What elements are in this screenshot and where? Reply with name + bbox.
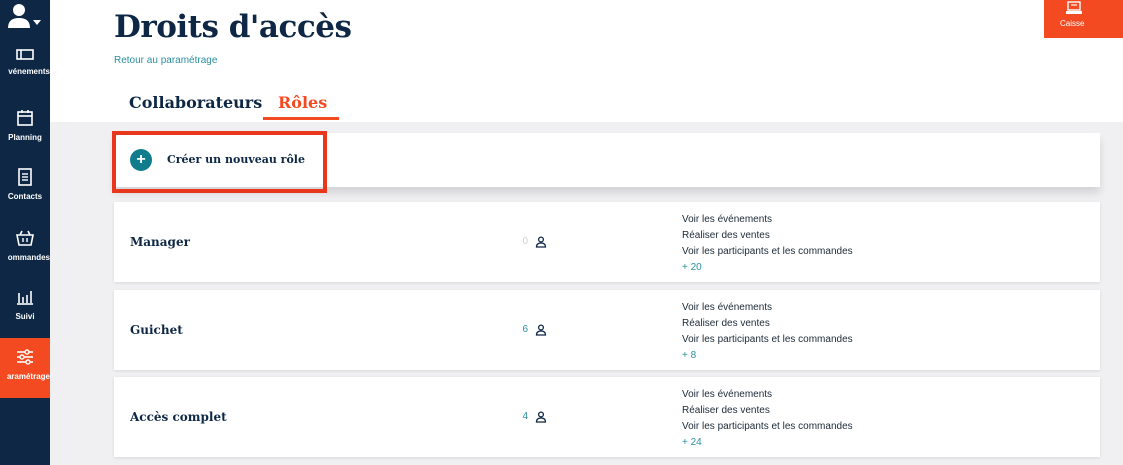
calendar-icon [0, 108, 50, 128]
tab-roles[interactable]: Rôles [278, 93, 327, 112]
user-avatar-icon [6, 4, 44, 36]
role-permissions: Voir les événements Réaliser des ventes … [682, 300, 853, 364]
sidebar-item-contacts[interactable]: Contacts [0, 167, 50, 225]
sliders-icon [0, 347, 50, 367]
role-name: Accès complet [130, 410, 227, 424]
sidebar-item-label: Suivi [15, 312, 35, 321]
active-tab-indicator [263, 117, 339, 120]
more-permissions-link[interactable]: + 8 [682, 348, 853, 364]
cash-register-icon [1066, 1, 1082, 20]
sidebar-item-label: vénements [8, 67, 50, 76]
sidebar-item-evenements[interactable]: vénements [0, 48, 50, 106]
more-permissions-link[interactable]: + 24 [682, 435, 853, 451]
sidebar-item-suivi[interactable]: Suivi [0, 287, 50, 345]
highlight-annotation [112, 131, 327, 193]
sidebar-item-parametrage[interactable]: aramétrage [0, 338, 50, 398]
basket-icon [0, 228, 50, 248]
permission-item: Voir les événements [682, 214, 773, 225]
permission-item: Voir les participants et les commandes [682, 421, 853, 432]
role-permissions: Voir les événements Réaliser des ventes … [682, 212, 853, 276]
sidebar-item-label: Contacts [7, 192, 43, 201]
sidebar-item-planning[interactable]: Planning [0, 108, 50, 166]
permission-item: Voir les participants et les commandes [682, 246, 853, 257]
page-header: Droits d'accès Retour au paramétrage Col… [50, 0, 1123, 122]
role-user-count: 0 [522, 236, 528, 247]
caisse-button[interactable]: Caisse [1044, 0, 1123, 38]
role-name: Manager [130, 235, 190, 249]
user-icon [535, 323, 547, 341]
tab-collaborateurs[interactable]: Collaborateurs [129, 93, 262, 112]
chart-icon [0, 287, 50, 307]
role-permissions: Voir les événements Réaliser des ventes … [682, 387, 853, 451]
chevron-down-icon [33, 20, 41, 25]
permission-item: Voir les événements [682, 302, 773, 313]
ticket-icon [0, 48, 50, 62]
sidebar-item-commandes[interactable]: ommandes [0, 228, 50, 286]
role-user-count: 4 [522, 411, 528, 422]
role-card-acces-complet[interactable]: Accès complet 4 Voir les événements Réal… [114, 377, 1100, 457]
user-icon [535, 235, 547, 253]
back-link[interactable]: Retour au paramétrage [114, 55, 217, 66]
page-title: Droits d'accès [114, 9, 352, 45]
role-card-manager[interactable]: Manager 0 Voir les événements Réaliser d… [114, 202, 1100, 282]
role-card-guichet[interactable]: Guichet 6 Voir les événements Réaliser d… [114, 290, 1100, 370]
user-menu[interactable] [6, 2, 44, 32]
permission-item: Réaliser des ventes [682, 230, 770, 241]
more-permissions-link[interactable]: + 20 [682, 260, 853, 276]
sidebar: vénements Planning Contacts ommandes Sui… [0, 0, 50, 465]
caisse-label: Caisse [1060, 19, 1085, 28]
permission-item: Voir les événements [682, 389, 773, 400]
sidebar-item-label: Planning [8, 133, 42, 142]
permission-item: Voir les participants et les commandes [682, 334, 853, 345]
sidebar-item-label: ommandes [7, 253, 50, 262]
role-name: Guichet [130, 323, 183, 337]
permission-item: Réaliser des ventes [682, 405, 770, 416]
sidebar-item-label: aramétrage [6, 372, 50, 381]
permission-item: Réaliser des ventes [682, 318, 770, 329]
user-icon [535, 410, 547, 428]
role-user-count: 6 [522, 324, 528, 335]
contacts-icon [0, 167, 50, 187]
